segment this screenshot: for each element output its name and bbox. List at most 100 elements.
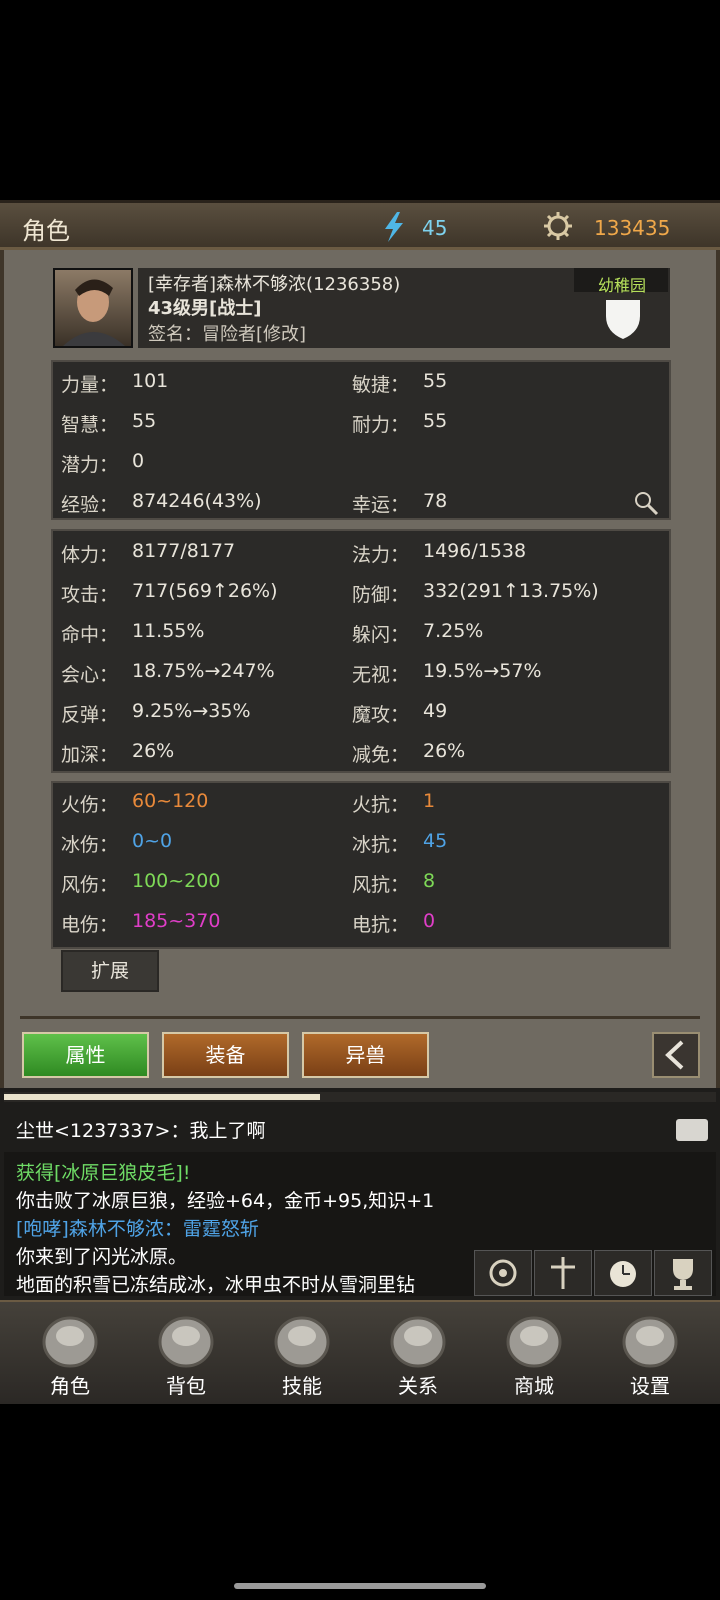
stat-value: 1496/1538 (423, 540, 527, 562)
settings-gears-icon (622, 1316, 678, 1368)
stat-label: 无视： (352, 664, 410, 686)
home-indicator (234, 1583, 486, 1589)
tab-beasts[interactable]: 异兽 (302, 1032, 429, 1078)
nav-skills[interactable]: 技能 (252, 1304, 352, 1400)
stat-value: 101 (132, 370, 169, 392)
nav-label: 背包 (166, 1374, 206, 1398)
stat-label: 加深： (61, 744, 119, 766)
stat-label: 耐力： (352, 414, 410, 436)
stat-value: 60~120 (132, 790, 209, 812)
stat-value: 26% (423, 740, 466, 762)
log-line: 你击败了冰原巨狼，经验+64，金币+95,知识+1 (16, 1190, 435, 1212)
divider (20, 1016, 700, 1019)
stat-label: 火伤： (61, 794, 119, 816)
warrior-portrait-icon (63, 279, 125, 346)
stat-label: 潜力： (61, 454, 119, 476)
stat-label: 敏捷： (352, 374, 410, 396)
stat-label: 冰伤： (61, 834, 119, 856)
nav-shop[interactable]: 商城 (484, 1304, 584, 1400)
gear-icon (489, 1259, 517, 1287)
quick-totem-button[interactable] (534, 1250, 592, 1296)
stat-value: 9.25%→35% (132, 700, 251, 722)
stat-label: 智慧： (61, 414, 119, 436)
collapse-button[interactable] (652, 1032, 700, 1078)
stat-label: 风伤： (61, 874, 119, 896)
nav-character[interactable]: 角色 (20, 1304, 120, 1400)
stat-value: 55 (423, 410, 448, 432)
player-signature[interactable]: 签名：冒险者[修改] (148, 320, 306, 346)
stat-label: 电伤： (61, 914, 119, 936)
nav-label: 商城 (514, 1374, 554, 1398)
nav-label: 技能 (282, 1374, 322, 1398)
quick-trophy-button[interactable] (654, 1250, 712, 1296)
log-line: 你来到了闪光冰原。 (16, 1246, 188, 1268)
stat-label: 电抗： (352, 914, 410, 936)
stat-value: 11.55% (132, 620, 205, 642)
stat-label: 体力： (61, 544, 119, 566)
skill-book-icon (274, 1316, 330, 1368)
search-icon[interactable] (633, 490, 659, 516)
chat-channel-bar (4, 1092, 716, 1102)
backpack-icon (158, 1316, 214, 1368)
stat-label: 反弹： (61, 704, 119, 726)
chevron-left-icon (665, 1040, 684, 1070)
stat-value: 19.5%→57% (423, 660, 542, 682)
nav-label: 设置 (630, 1374, 670, 1398)
chat-bubble-icon[interactable] (675, 1118, 709, 1142)
stat-label: 魔攻： (352, 704, 410, 726)
nav-label: 角色 (50, 1374, 90, 1398)
stat-value: 7.25% (423, 620, 484, 642)
stat-value: 55 (132, 410, 157, 432)
gold-gear-icon (544, 212, 572, 240)
stat-label: 会心： (61, 664, 119, 686)
helmet-icon (42, 1316, 98, 1368)
channel-progress (4, 1094, 320, 1100)
stat-value: 8177/8177 (132, 540, 236, 562)
stat-value: 332(291↑13.75%) (423, 580, 599, 602)
stat-value: 717(569↑26%) (132, 580, 278, 602)
energy-icon (385, 212, 403, 242)
nav-label: 关系 (398, 1374, 438, 1398)
stat-value: 26% (132, 740, 175, 762)
stat-value: 0~0 (132, 830, 173, 852)
stat-value: 55 (423, 370, 448, 392)
stat-label: 躲闪： (352, 624, 410, 646)
stat-value: 100~200 (132, 870, 221, 892)
profile-info: [幸存者]森林不够浓(1236358) 43级男[战士] 签名：冒险者[修改] (138, 268, 670, 348)
stat-value: 45 (423, 830, 448, 852)
log-line: 获得[冰原巨狼皮毛]! (16, 1162, 191, 1184)
energy-value: 45 (422, 216, 448, 240)
stat-value: 1 (423, 790, 436, 812)
avatar[interactable] (53, 268, 133, 348)
stat-value: 0 (423, 910, 436, 932)
alarm-clock-icon (610, 1261, 636, 1287)
stat-label: 经验： (61, 494, 119, 516)
stat-label: 幸运： (352, 494, 410, 516)
player-level-class: 43级男[战士] (148, 298, 262, 319)
handshake-icon (390, 1316, 446, 1368)
stat-label: 力量： (61, 374, 119, 396)
nav-bag[interactable]: 背包 (136, 1304, 236, 1400)
gold-value: 133435 (594, 216, 671, 240)
shield-icon[interactable] (604, 298, 642, 340)
stat-label: 风抗： (352, 874, 410, 896)
stat-label: 防御： (352, 584, 410, 606)
stat-label: 攻击： (61, 584, 119, 606)
tab-attributes[interactable]: 属性 (22, 1032, 149, 1078)
quick-clock-button[interactable] (594, 1250, 652, 1296)
quick-gear-button[interactable] (474, 1250, 532, 1296)
stat-value: 8 (423, 870, 436, 892)
nav-settings[interactable]: 设置 (600, 1304, 700, 1400)
stat-value: 0 (132, 450, 145, 472)
world-chat-line[interactable]: 尘世<1237337>：我上了啊 (16, 1116, 265, 1143)
nav-relations[interactable]: 关系 (368, 1304, 468, 1400)
tab-equipment[interactable]: 装备 (162, 1032, 289, 1078)
stat-value: 78 (423, 490, 448, 512)
stat-value: 18.75%→247% (132, 660, 275, 682)
player-name: [幸存者]森林不够浓(1236358) (148, 274, 401, 295)
totem-icon (551, 1257, 575, 1289)
expand-button[interactable]: 扩展 (61, 950, 159, 992)
stat-label: 法力： (352, 544, 410, 566)
stat-label: 减免： (352, 744, 410, 766)
stat-value: 874246(43%) (132, 490, 262, 512)
